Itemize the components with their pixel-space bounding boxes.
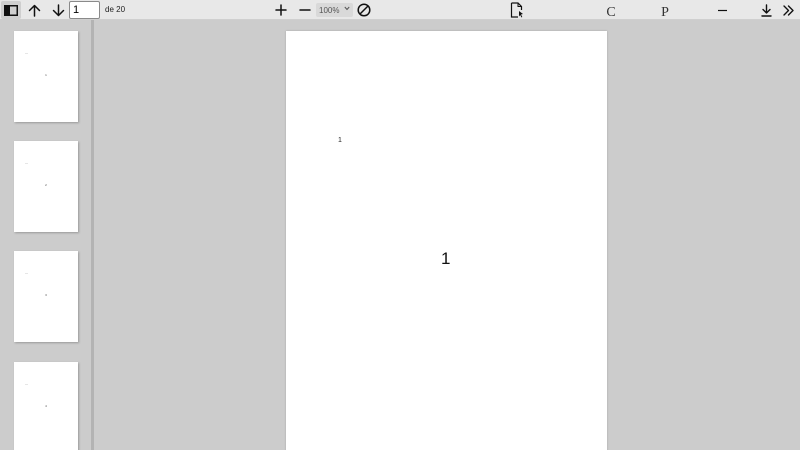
thumbnail-header-mark	[25, 384, 28, 385]
double-chevron-right-icon[interactable]	[780, 1, 796, 19]
download-icon[interactable]	[758, 1, 774, 19]
thumbnail-page-1[interactable]: 1	[14, 31, 78, 122]
zoom-select[interactable]: 100%	[316, 3, 353, 17]
thumbnail-page-4[interactable]: 4	[14, 362, 78, 450]
c-button[interactable]: C	[603, 4, 619, 20]
thumbnail-header-mark	[25, 163, 28, 164]
document-viewer[interactable]: 1 1	[94, 20, 800, 450]
page-number-input[interactable]	[69, 1, 100, 19]
page-count-label: de 20	[105, 5, 126, 14]
thumbnail-page-2[interactable]: 2	[14, 141, 78, 232]
thumbnail-page-3[interactable]: 3	[14, 251, 78, 342]
pdf-viewer: de 20 100%	[0, 0, 800, 450]
document-page: 1 1	[286, 31, 607, 450]
arrow-down-icon[interactable]	[50, 1, 66, 19]
thumbnail-label: 1	[45, 73, 47, 77]
no-symbol-icon[interactable]	[356, 1, 372, 19]
zoom-value: 100%	[319, 5, 340, 15]
plus-icon[interactable]	[273, 1, 289, 19]
thumbnail-sidebar: 1 2 3 4	[0, 20, 91, 450]
thumbnail-label: 2	[45, 183, 47, 187]
minus-icon[interactable]	[297, 1, 313, 19]
page-header-number: 1	[338, 137, 342, 144]
thumbnail-label: 4	[45, 404, 47, 408]
minimize-icon[interactable]	[714, 1, 730, 19]
chevron-down-icon	[344, 6, 350, 11]
document-cursor-icon[interactable]	[509, 1, 525, 19]
page-center-number: 1	[441, 249, 451, 268]
thumbnail-label: 3	[45, 293, 47, 297]
toolbar: de 20 100%	[0, 0, 800, 20]
arrow-up-icon[interactable]	[26, 1, 42, 19]
p-button[interactable]: P	[657, 4, 673, 20]
thumbnail-header-mark	[25, 273, 28, 274]
thumbnail-header-mark	[25, 53, 28, 54]
sidebar-toggle-icon[interactable]	[1, 1, 21, 19]
